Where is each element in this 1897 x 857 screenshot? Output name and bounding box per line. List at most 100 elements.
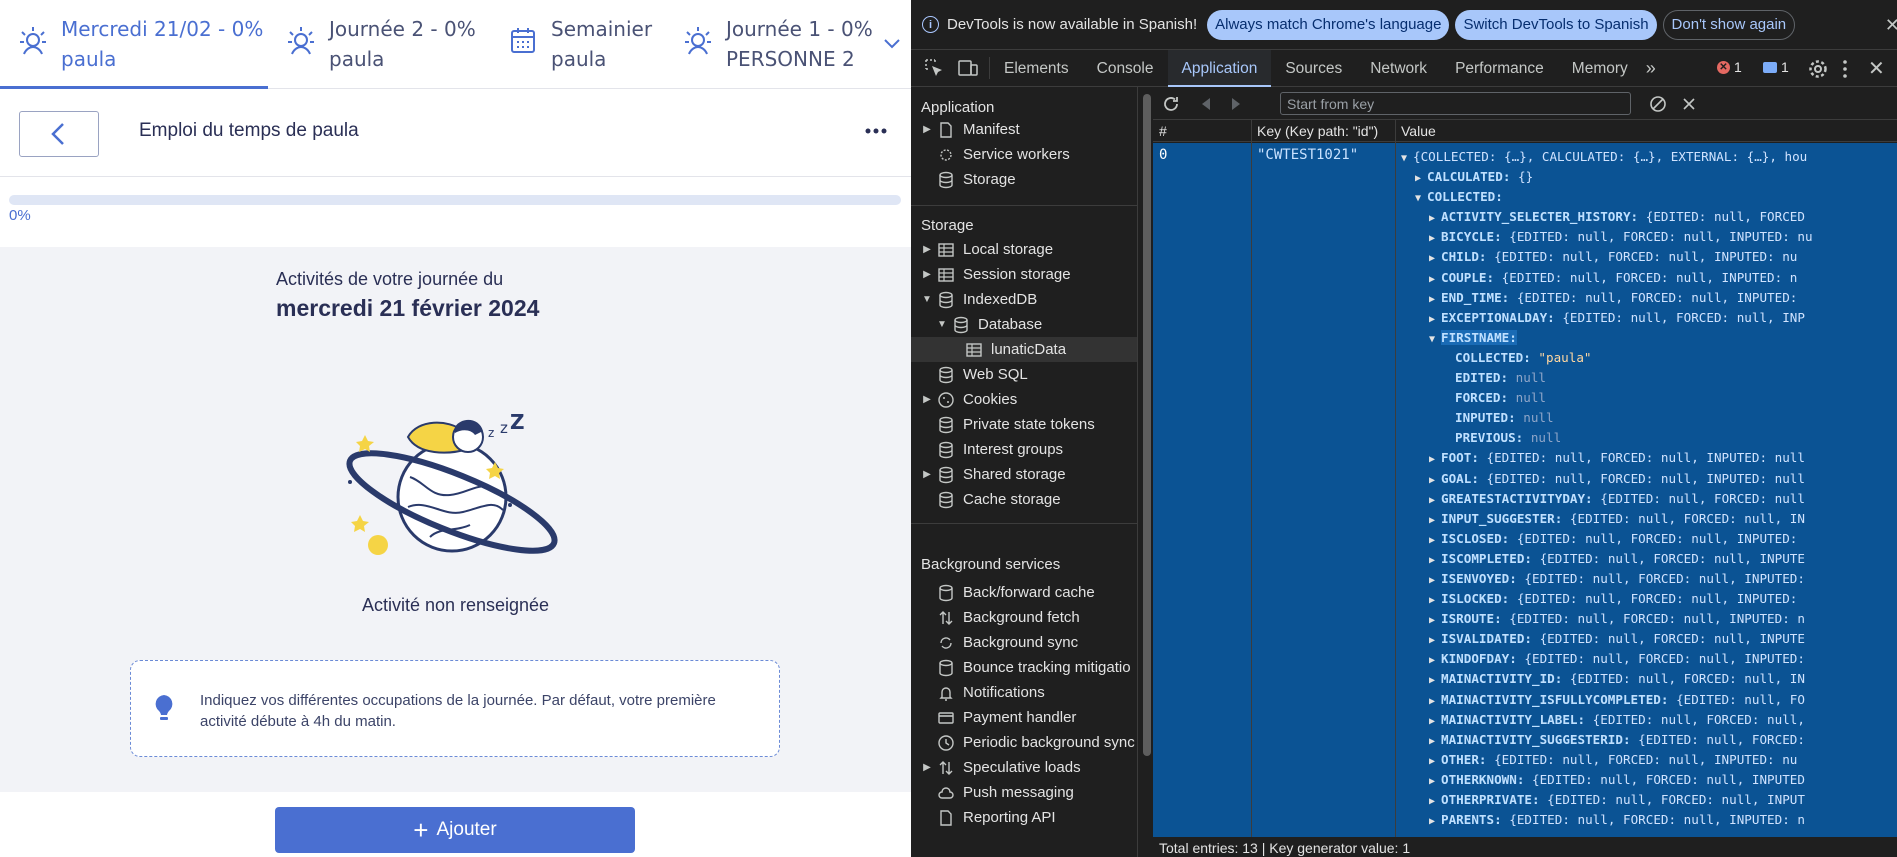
sidebar-item-reporting-api[interactable]: Reporting API (921, 805, 1056, 830)
sidebar-item-session-storage[interactable]: ▶ Session storage (921, 262, 1070, 287)
tab-performance[interactable]: Performance (1441, 50, 1558, 87)
tree-node[interactable]: ▶ OTHERPRIVATE: {EDITED: null, FORCED: nu… (1401, 790, 1897, 810)
tree-node-calculated[interactable]: ▶ CALCULATED: {} (1401, 167, 1897, 187)
sidebar-item-indexeddb[interactable]: ▼ IndexedDB (921, 287, 1037, 312)
tree-node[interactable]: ▶ ISLOCKED: {EDITED: null, FORCED: null, … (1401, 589, 1897, 609)
tree-node[interactable]: ▶ COUPLE: {EDITED: null, FORCED: null, IN… (1401, 268, 1897, 288)
previous-page-icon[interactable] (1199, 96, 1213, 112)
sidebar-item-web-sql[interactable]: Web SQL (921, 362, 1028, 387)
tab-network[interactable]: Network (1356, 50, 1441, 87)
sidebar-item-bounce-tracking[interactable]: Bounce tracking mitigatio (921, 655, 1131, 680)
tree-node[interactable]: FORCED: null (1401, 388, 1897, 408)
tree-node[interactable]: PREVIOUS: null (1401, 428, 1897, 448)
sidebar-item-service-workers[interactable]: Service workers (921, 142, 1070, 167)
tree-node[interactable]: ▶ END_TIME: {EDITED: null, FORCED: null, … (1401, 288, 1897, 308)
sidebar-item-notifications[interactable]: Notifications (921, 680, 1045, 705)
tree-node[interactable]: ▶ MAINACTIVITY_LABEL: {EDITED: null, FORC… (1401, 710, 1897, 730)
column-header-index[interactable]: # (1159, 123, 1167, 139)
sidebar-item-shared-storage[interactable]: ▶ Shared storage (921, 462, 1065, 487)
database-icon (939, 366, 953, 383)
table-row[interactable]: 0 "CWTEST1021" ▼ {COLLECTED: {…}, CALCULA… (1153, 143, 1897, 837)
tab-semainier[interactable]: Semainier paula (507, 0, 667, 89)
column-header-key[interactable]: Key (Key path: "id") (1257, 123, 1378, 139)
start-from-key-input[interactable] (1280, 92, 1631, 115)
tree-node[interactable]: ▶ FOOT: {EDITED: null, FORCED: null, INPU… (1401, 448, 1897, 468)
sidebar-item-push-messaging[interactable]: Push messaging (921, 780, 1074, 805)
error-count-badge[interactable]: ✕ 1 (1717, 59, 1742, 75)
tab-console[interactable]: Console (1083, 50, 1168, 87)
tree-node[interactable]: ▶ GOAL: {EDITED: null, FORCED: null, INPU… (1401, 469, 1897, 489)
more-tabs-icon[interactable]: » (1646, 58, 1656, 79)
tree-node[interactable]: ▶ ISROUTE: {EDITED: null, FORCED: null, I… (1401, 609, 1897, 629)
tree-root[interactable]: ▼ {COLLECTED: {…}, CALCULATED: {…}, EXTER… (1401, 147, 1897, 167)
tree-node[interactable]: ▶ INPUT_SUGGESTER: {EDITED: null, FORCED:… (1401, 509, 1897, 529)
tree-node-collected[interactable]: ▼ COLLECTED: (1401, 187, 1897, 207)
sidebar-item-database[interactable]: ▼ Database (936, 312, 1042, 337)
tree-node[interactable]: INPUTED: null (1401, 408, 1897, 428)
add-activity-button[interactable]: + Ajouter (275, 807, 635, 853)
next-page-icon[interactable] (1229, 96, 1243, 112)
tree-node[interactable]: EDITED: null (1401, 368, 1897, 388)
always-match-language-button[interactable]: Always match Chrome's language (1207, 9, 1450, 40)
more-options-icon[interactable] (862, 119, 890, 143)
column-divider[interactable] (1251, 120, 1252, 837)
back-button[interactable] (19, 111, 99, 157)
tree-node[interactable]: ▶ BICYCLE: {EDITED: null, FORCED: null, I… (1401, 227, 1897, 247)
tree-node[interactable]: ▶ EXCEPTIONALDAY: {EDITED: null, FORCED: … (1401, 308, 1897, 328)
tab-sources[interactable]: Sources (1271, 50, 1356, 87)
close-devtools-icon[interactable]: ✕ (1868, 56, 1885, 81)
sidebar-item-interest-groups[interactable]: Interest groups (921, 437, 1063, 462)
clear-all-icon[interactable] (1649, 95, 1667, 113)
close-icon[interactable]: ✕ (1885, 15, 1897, 36)
sidebar-item-cookies[interactable]: ▶ Cookies (921, 387, 1017, 412)
delete-selected-icon[interactable] (1681, 96, 1697, 112)
tree-node[interactable]: ▶ OTHERKNOWN: {EDITED: null, FORCED: null… (1401, 770, 1897, 790)
sidebar-item-private-state-tokens[interactable]: Private state tokens (921, 412, 1095, 437)
tree-node[interactable]: ▶ OTHER: {EDITED: null, FORCED: null, INP… (1401, 750, 1897, 770)
column-divider[interactable] (1395, 120, 1396, 837)
sidebar-item-bfcache[interactable]: Back/forward cache (921, 580, 1095, 605)
tab-journee-1[interactable]: Journée 1 - 0% PERSONNE 2 (682, 0, 882, 89)
sidebar-scrollbar-thumb[interactable] (1143, 94, 1151, 756)
sidebar-item-payment-handler[interactable]: Payment handler (921, 705, 1076, 730)
tab-application[interactable]: Application (1167, 49, 1272, 87)
tree-node[interactable]: ▶ ISCLOSED: {EDITED: null, FORCED: null, … (1401, 529, 1897, 549)
gear-icon[interactable] (1808, 59, 1828, 79)
tab-elements[interactable]: Elements (990, 50, 1083, 87)
tab-journee-2[interactable]: Journée 2 - 0% paula (285, 0, 485, 89)
refresh-icon[interactable] (1161, 94, 1181, 114)
tree-node[interactable]: ▶ ISVALIDATED: {EDITED: null, FORCED: nul… (1401, 629, 1897, 649)
tree-node[interactable]: ▶ MAINACTIVITY_ID: {EDITED: null, FORCED:… (1401, 669, 1897, 689)
sidebar-item-cache-storage[interactable]: Cache storage (921, 487, 1061, 512)
tree-node[interactable]: ▶ GREATESTACTIVITYDAY: {EDITED: null, FOR… (1401, 489, 1897, 509)
inspect-element-icon[interactable] (923, 57, 945, 79)
sidebar-item-lunaticdata[interactable]: lunaticData (911, 337, 1137, 362)
tree-node[interactable]: ▶ MAINACTIVITY_SUGGESTERID: {EDITED: null… (1401, 730, 1897, 750)
tree-node[interactable]: ▶ ISCOMPLETED: {EDITED: null, FORCED: nul… (1401, 549, 1897, 569)
chevron-down-icon[interactable] (879, 30, 905, 56)
sidebar-item-manifest[interactable]: ▶ Manifest (921, 117, 1020, 142)
tree-node-firstname[interactable]: ▼ FIRSTNAME: (1401, 328, 1897, 348)
tab-mercredi[interactable]: Mercredi 21/02 - 0% paula (0, 0, 268, 89)
tree-node[interactable]: ▶ KINDOFDAY: {EDITED: null, FORCED: null,… (1401, 649, 1897, 669)
device-toolbar-icon[interactable] (957, 57, 979, 79)
dont-show-again-button[interactable]: Don't show again (1662, 9, 1796, 40)
tree-node[interactable]: COLLECTED: "paula" (1401, 348, 1897, 368)
switch-to-spanish-button[interactable]: Switch DevTools to Spanish (1455, 9, 1657, 40)
column-header-value[interactable]: Value (1401, 123, 1436, 139)
sidebar-item-storage[interactable]: Storage (921, 167, 1016, 192)
tree-node[interactable]: ▶ MAINACTIVITY_ISFULLYCOMPLETED: {EDITED:… (1401, 690, 1897, 710)
tree-node[interactable]: ▶ PARENTS: {EDITED: null, FORCED: null, I… (1401, 810, 1897, 830)
tab-memory[interactable]: Memory (1558, 50, 1642, 87)
message-count-badge[interactable]: 1 (1763, 59, 1789, 75)
sidebar-item-background-fetch[interactable]: Background fetch (921, 605, 1080, 630)
tree-node[interactable]: ▶ CHILD: {EDITED: null, FORCED: null, INP… (1401, 247, 1897, 267)
sidebar-item-periodic-sync[interactable]: Periodic background sync (921, 730, 1135, 755)
sidebar-item-speculative-loads[interactable]: ▶ Speculative loads (921, 755, 1080, 780)
kebab-menu-icon[interactable] (1841, 59, 1849, 79)
sidebar-item-background-sync[interactable]: Background sync (921, 630, 1078, 655)
tree-node[interactable]: ▶ ACTIVITY_SELECTER_HISTORY: {EDITED: nul… (1401, 207, 1897, 227)
tree-value: {EDITED: null, FORCED: null, INPUTED: nu (1509, 229, 1813, 245)
tree-node[interactable]: ▶ ISENVOYED: {EDITED: null, FORCED: null,… (1401, 569, 1897, 589)
sidebar-item-local-storage[interactable]: ▶ Local storage (921, 237, 1053, 262)
